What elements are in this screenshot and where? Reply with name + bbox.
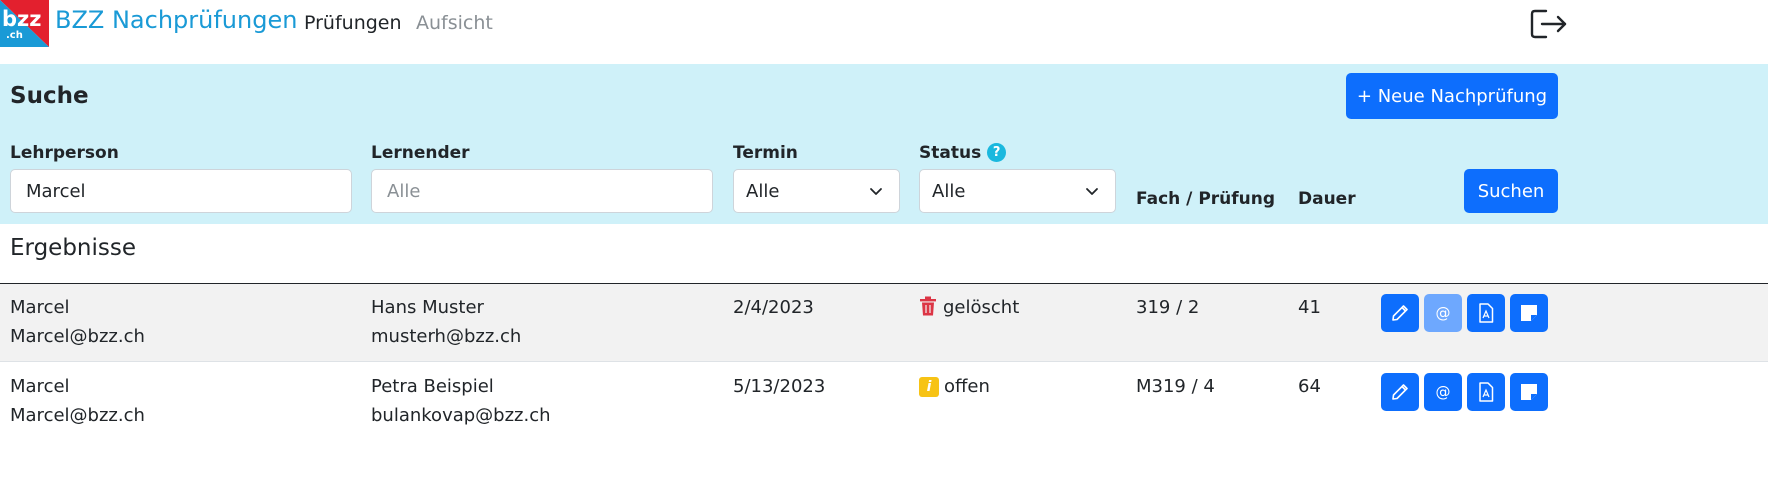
teacher-label: Lehrperson	[10, 143, 119, 163]
search-button[interactable]: Suchen	[1464, 169, 1558, 213]
edit-icon	[1392, 384, 1408, 400]
status-cell: gelöscht	[919, 293, 1019, 322]
date-cell: 5/13/2023	[733, 376, 826, 397]
teacher-name: Marcel	[10, 297, 70, 318]
date-cell: 2/4/2023	[733, 297, 814, 318]
note-button[interactable]	[1510, 373, 1548, 411]
student-email: musterh@bzz.ch	[371, 326, 522, 347]
status-cell: i offen	[919, 372, 990, 401]
email-button[interactable]: @	[1424, 373, 1462, 411]
duration-cell: 64	[1298, 376, 1321, 397]
chevron-down-icon	[870, 188, 882, 195]
navbar: bzz .ch BZZ Nachprüfungen Prüfungen Aufs…	[0, 0, 1768, 64]
nav-link-pruefungen[interactable]: Prüfungen	[304, 12, 402, 34]
teacher-cell: Marcel Marcel@bzz.ch	[10, 372, 145, 430]
teacher-input[interactable]: Marcel	[10, 169, 352, 213]
info-icon: i	[919, 377, 939, 397]
help-icon[interactable]: ?	[987, 143, 1007, 162]
date-select-value: Alle	[746, 180, 780, 202]
student-label: Lernender	[371, 143, 470, 163]
search-panel: Suche + Neue Nachprüfung Lehrperson Lern…	[0, 64, 1768, 224]
edit-button[interactable]	[1381, 373, 1419, 411]
student-name: Petra Beispiel	[371, 376, 494, 397]
bzz-logo[interactable]: bzz .ch	[0, 0, 49, 47]
student-cell: Petra Beispiel bulankovap@bzz.ch	[371, 372, 551, 430]
note-icon	[1521, 305, 1537, 321]
status-select-value: Alle	[932, 180, 966, 202]
edit-icon	[1392, 305, 1408, 321]
brand-title[interactable]: BZZ Nachprüfungen	[55, 6, 297, 34]
email-button[interactable]: @	[1424, 294, 1462, 332]
pdf-button[interactable]	[1467, 294, 1505, 332]
status-label: Status	[919, 143, 982, 163]
teacher-cell: Marcel Marcel@bzz.ch	[10, 293, 145, 351]
trash-icon	[920, 296, 936, 316]
search-title: Suche	[10, 83, 89, 109]
duration-cell: 41	[1298, 297, 1321, 318]
logo-text: bzz	[2, 7, 41, 31]
column-header-subject: Fach / Prüfung	[1136, 189, 1276, 209]
table-row: Marcel Marcel@bzz.ch Petra Beispiel bula…	[0, 363, 1768, 441]
teacher-email: Marcel@bzz.ch	[10, 326, 145, 347]
pdf-button[interactable]	[1467, 373, 1505, 411]
status-label-wrap: Status?	[919, 143, 1007, 163]
student-input[interactable]: Alle	[371, 169, 713, 213]
status-select[interactable]: Alle	[919, 169, 1116, 213]
student-input-placeholder: Alle	[387, 180, 421, 202]
new-nachpruefung-button[interactable]: + Neue Nachprüfung	[1346, 73, 1558, 119]
subject-cell: 319 / 2	[1136, 297, 1200, 318]
date-select[interactable]: Alle	[733, 169, 900, 213]
email-icon: @	[1435, 304, 1451, 322]
results-title: Ergebnisse	[10, 235, 137, 261]
table-row: Marcel Marcel@bzz.ch Hans Muster musterh…	[0, 284, 1768, 362]
teacher-name: Marcel	[10, 376, 70, 397]
date-label: Termin	[733, 143, 798, 163]
student-name: Hans Muster	[371, 297, 484, 318]
note-icon	[1521, 384, 1537, 400]
email-icon: @	[1435, 383, 1451, 401]
logout-icon[interactable]	[1530, 8, 1568, 40]
status-text: gelöscht	[943, 297, 1020, 318]
chevron-down-icon	[1086, 188, 1098, 195]
subject-cell: M319 / 4	[1136, 376, 1215, 397]
column-header-duration: Dauer	[1298, 189, 1356, 209]
edit-button[interactable]	[1381, 294, 1419, 332]
status-text: offen	[944, 376, 990, 397]
note-button[interactable]	[1510, 294, 1548, 332]
student-email: bulankovap@bzz.ch	[371, 405, 551, 426]
student-cell: Hans Muster musterh@bzz.ch	[371, 293, 521, 351]
nav-link-aufsicht[interactable]: Aufsicht	[416, 12, 493, 34]
pdf-icon	[1479, 303, 1494, 323]
teacher-email: Marcel@bzz.ch	[10, 405, 145, 426]
logo-sub: .ch	[6, 30, 23, 41]
teacher-input-value: Marcel	[26, 180, 86, 202]
pdf-icon	[1479, 382, 1494, 402]
